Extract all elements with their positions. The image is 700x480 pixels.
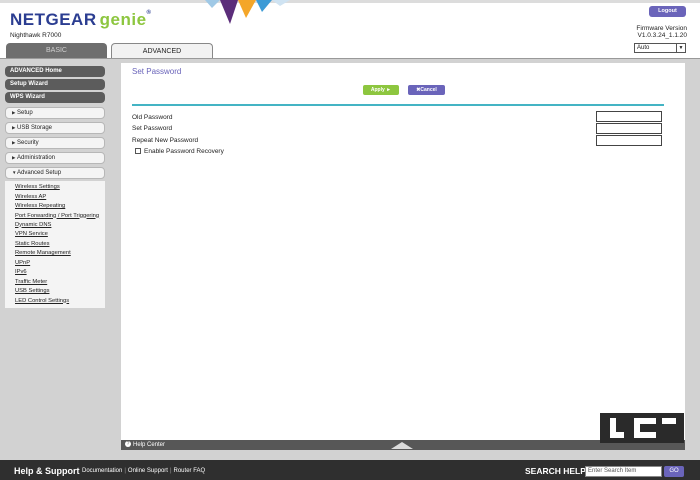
brand-name: NETGEAR	[10, 10, 97, 29]
main-panel: Set Password Apply ► ✖Cancel Old Passwor…	[121, 63, 685, 440]
repeat-password-field[interactable]	[596, 135, 662, 146]
header: NETGEAR genie® Nighthawk R7000 Logout Fir…	[0, 0, 700, 59]
help-icon: ?	[125, 441, 131, 448]
logout-button[interactable]: Logout	[649, 6, 686, 17]
password-recovery-checkbox[interactable]	[135, 148, 141, 155]
link-traffic-meter[interactable]: Traffic Meter	[15, 278, 105, 288]
password-recovery-label: Enable Password Recovery	[144, 148, 224, 155]
link-port-forwarding[interactable]: Port Forwarding / Port Triggering	[15, 212, 105, 221]
sidebar-section-advanced-setup[interactable]: ▼Advanced Setup	[5, 167, 105, 179]
router-model: Nighthawk R7000	[10, 32, 62, 39]
expand-up-icon[interactable]	[391, 442, 413, 449]
trademark: ®	[146, 10, 152, 16]
old-password-field[interactable]	[596, 111, 662, 122]
password-recovery-row: Enable Password Recovery	[135, 148, 224, 155]
link-usb-settings[interactable]: USB Settings	[15, 287, 105, 297]
footer-link-online-support[interactable]: Online Support	[126, 468, 170, 474]
sidebar-section-label: Administration	[17, 155, 56, 161]
advanced-setup-links: Wireless Settings Wireless AP Wireless R…	[5, 181, 105, 308]
cancel-button[interactable]: ✖Cancel	[408, 85, 445, 95]
apply-button[interactable]: Apply ►	[363, 85, 399, 95]
search-go-button[interactable]: GO	[664, 466, 684, 477]
link-static-routes[interactable]: Static Routes	[15, 240, 105, 250]
set-password-field[interactable]	[596, 123, 662, 134]
top-border	[0, 0, 700, 3]
watermark-logo	[600, 413, 684, 443]
sidebar-item-advanced-home[interactable]: ADVANCED Home	[5, 66, 105, 77]
footer-help-support-title: Help & Support	[14, 466, 80, 476]
language-select[interactable]: Auto ▼	[634, 43, 686, 53]
footer: Help & Support Documentation | Online Supp…	[0, 460, 700, 480]
decorative-banner-graphic	[205, 0, 290, 24]
old-password-label: Old Password	[132, 114, 173, 121]
link-wireless-ap[interactable]: Wireless AP	[15, 193, 105, 203]
tab-advanced[interactable]: ADVANCED	[111, 43, 213, 59]
sidebar-section-label: Security	[17, 140, 39, 146]
firmware-version-label: Firmware Version	[636, 25, 687, 32]
sidebar-section-administration[interactable]: ▶ Administration	[5, 152, 105, 164]
footer-links: Documentation | Online Support | Router FAQ	[80, 468, 207, 474]
firmware-version-value: V1.0.3.24_1.1.20	[637, 32, 687, 39]
link-wireless-repeating[interactable]: Wireless Repeating	[15, 202, 105, 212]
set-password-label: Set Password	[132, 125, 173, 132]
footer-link-router-faq[interactable]: Router FAQ	[172, 468, 208, 474]
link-vpn-service[interactable]: VPN Service	[15, 230, 105, 240]
help-center-label: Help Center	[133, 442, 166, 448]
repeat-password-label: Repeat New Password	[132, 137, 199, 144]
page-title: Set Password	[132, 67, 182, 76]
search-help-title: SEARCH HELP	[525, 466, 586, 476]
footer-link-documentation[interactable]: Documentation	[80, 468, 124, 474]
sidebar-item-setup-wizard[interactable]: Setup Wizard	[5, 79, 105, 90]
netgear-genie-logo: NETGEAR genie®	[10, 10, 151, 30]
sidebar-section-setup[interactable]: ▶ Setup	[5, 107, 105, 119]
brand-genie: genie	[99, 10, 147, 29]
chevron-down-icon[interactable]: ▼	[676, 44, 685, 52]
sidebar-section-security[interactable]: ▶ Security	[5, 137, 105, 149]
section-divider	[132, 104, 664, 106]
sidebar-section-label: Setup	[17, 110, 33, 116]
sidebar-section-usb-storage[interactable]: ▶ USB Storage	[5, 122, 105, 134]
link-ipv6[interactable]: IPv6	[15, 268, 105, 278]
link-upnp[interactable]: UPnP	[15, 259, 105, 269]
sidebar-section-label: USB Storage	[17, 125, 53, 131]
sidebar: ADVANCED Home Setup Wizard WPS Wizard ▶ S…	[5, 66, 105, 308]
sidebar-item-wps-wizard[interactable]: WPS Wizard	[5, 92, 105, 103]
link-led-control-settings[interactable]: LED Control Settings	[15, 297, 105, 307]
tab-basic[interactable]: BASIC	[6, 43, 107, 59]
link-remote-management[interactable]: Remote Management	[15, 249, 105, 259]
language-select-value: Auto	[637, 45, 650, 51]
sidebar-section-label: Advanced Setup	[17, 170, 62, 176]
link-wireless-settings[interactable]: Wireless Settings	[15, 183, 105, 193]
search-help-input[interactable]: Enter Search Item	[585, 466, 662, 477]
link-dynamic-dns[interactable]: Dynamic DNS	[15, 221, 105, 231]
